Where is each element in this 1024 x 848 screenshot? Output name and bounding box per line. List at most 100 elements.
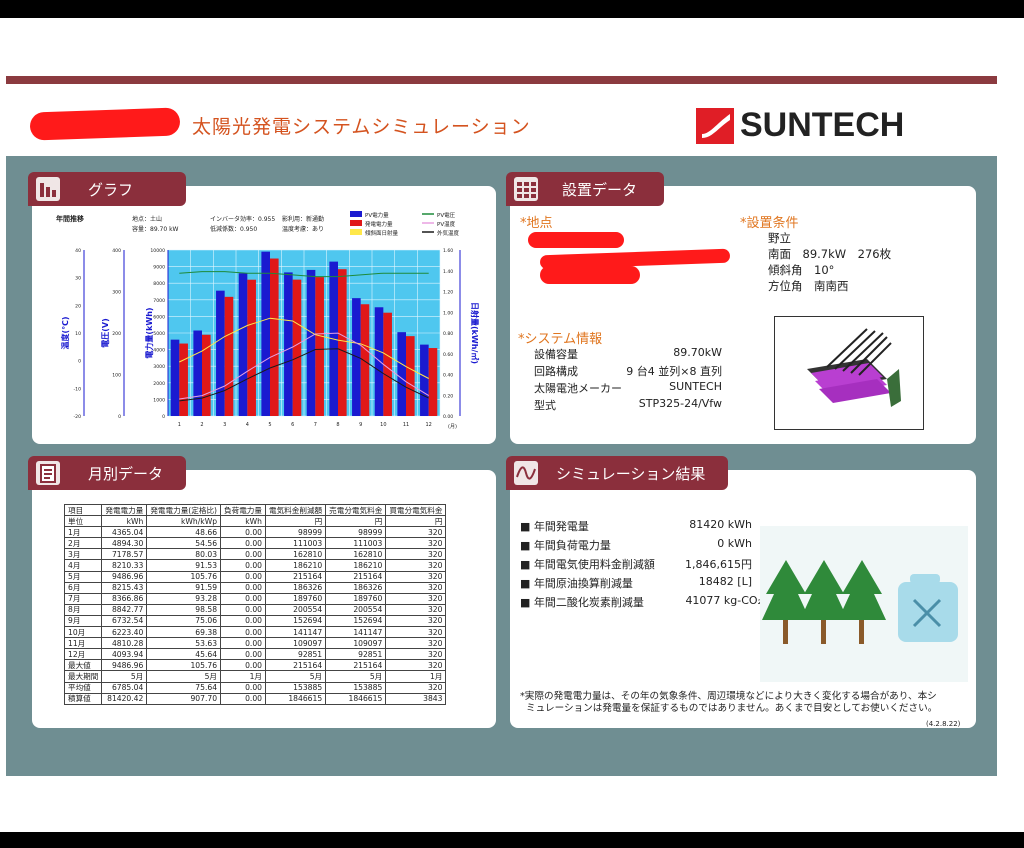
result-val-5: 41077 kg-CO₂ [685, 594, 762, 607]
table-row: 5月 9486.96 105.76 0.00 215164 215164 320 [63, 570, 447, 583]
table-cell: 75.06 [146, 614, 222, 628]
table-row: 最大値 9486.96 105.76 0.00 215164 215164 320 [63, 659, 447, 672]
tab-results[interactable]: シミュレーション結果 [506, 456, 728, 490]
x-tick-label: 8 [336, 422, 339, 428]
table-header: 電気料金削減額 [264, 503, 327, 517]
bar-PV電力量 [420, 344, 429, 416]
table-row: 7月 8366.86 93.28 0.00 189760 189760 320 [63, 592, 447, 605]
table-row: 6月 8215.43 91.59 0.00 186326 186326 320 [63, 581, 447, 594]
table-row: 10月 6223.40 69.38 0.00 141147 141147 320 [63, 626, 447, 639]
table-cell: 5月 [325, 670, 387, 683]
sys-key-1: 設備容量 [534, 348, 578, 361]
x-tick-label: 4 [246, 422, 249, 428]
kwh-tick: 6000 [153, 314, 165, 320]
table-unit: 円 [264, 515, 327, 528]
table-cell: 9月 [63, 614, 103, 628]
x-tick-label: 12 [425, 422, 431, 428]
table-cell: 320 [385, 637, 447, 650]
graph-info-3: インバータ効率：0.955 [210, 216, 276, 223]
bar-発電電力量 [338, 269, 347, 416]
sys-key-3: 太陽電池メーカー [534, 382, 622, 395]
x-tick-label: 1 [178, 422, 181, 428]
table-cell: 0.00 [220, 570, 266, 583]
table-cell: 積算値 [63, 692, 103, 705]
temp-tick: 30 [75, 276, 81, 282]
volt-tick: 200 [112, 331, 121, 337]
monthly-table: 項目 発電電力量 発電電力量(定格比) 負荷電力量 電気料金削減額 売電分電気料金 買電分電… [63, 503, 447, 705]
solar-array-icon [807, 328, 901, 407]
graph-info-1: 地点：土山 [132, 216, 163, 223]
table-cell: 5月 [63, 570, 103, 583]
kwh-tick: 10000 [150, 248, 165, 254]
kwh-tick: 8000 [153, 281, 165, 287]
table-cell: 0.00 [220, 637, 266, 650]
redaction-mark [29, 107, 181, 141]
tab-graph[interactable]: グラフ [28, 172, 186, 206]
kwh-tick: 0 [162, 414, 165, 420]
bar-発電電力量 [315, 277, 324, 416]
sys-key-4: 型式 [534, 399, 556, 412]
bar-PV電力量 [238, 273, 248, 416]
table-header: 買電分電気料金 [385, 503, 447, 517]
temp-tick: 0 [78, 359, 81, 365]
sun-tick: 0.60 [443, 352, 453, 358]
table-cell: 320 [385, 548, 447, 561]
table-cell: 0.00 [220, 603, 266, 616]
table-cell: 320 [385, 626, 447, 639]
tab-setup[interactable]: 設置データ [506, 172, 664, 206]
sun-tick: 1.20 [443, 290, 453, 296]
table-row: 平均値 6785.04 75.64 0.00 153885 153885 320 [63, 681, 447, 694]
table-cell: 91.59 [146, 581, 222, 594]
table-cell: 200554 [325, 603, 387, 616]
bar-PV電力量 [397, 332, 406, 416]
table-cell: 320 [385, 648, 447, 661]
bar-PV電力量 [216, 290, 225, 416]
table-cell: 92851 [264, 648, 327, 661]
volt-tick: 100 [112, 373, 121, 379]
table-row: 4月 8210.33 91.53 0.00 186210 186210 320 [63, 559, 447, 572]
table-cell: 215164 [264, 659, 327, 672]
table-cell: 0.00 [220, 526, 266, 539]
condition-1: 野立 [768, 231, 791, 245]
table-unit: 円 [325, 515, 387, 528]
table-cell: 320 [385, 592, 447, 605]
trees-icon [762, 560, 958, 644]
table-cell: 2月 [63, 537, 103, 550]
table-cell: 109097 [264, 637, 327, 650]
table-cell: 9486.96 [101, 659, 148, 672]
volt-tick: 0 [118, 414, 121, 420]
table-cell: 105.76 [146, 570, 222, 583]
table-cell: 0.00 [220, 659, 266, 672]
table-cell: 81420.42 [101, 692, 148, 705]
table-cell: 320 [385, 559, 447, 572]
app-title: 太陽光発電システムシミュレーション [192, 116, 531, 138]
bar-発電電力量 [406, 336, 415, 416]
table-cell: 6785.04 [101, 681, 148, 694]
suntech-logo: SUNTECH [694, 104, 974, 148]
x-axis-unit: (月) [448, 424, 457, 430]
table-cell: 6223.40 [101, 626, 148, 639]
bar-PV電力量 [374, 307, 384, 416]
table-row: 8月 8842.77 98.58 0.00 200554 200554 320 [63, 603, 447, 616]
temp-tick: -20 [73, 414, 81, 420]
suntech-logo-icon [696, 108, 734, 144]
result-val-4: 18482 [L] [698, 575, 752, 588]
kwh-tick: 9000 [153, 265, 165, 271]
table-cell: 8月 [63, 603, 103, 616]
result-val-2: 0 kWh [717, 537, 752, 550]
table-cell: 141147 [264, 626, 327, 639]
tab-monthly[interactable]: 月別データ [28, 456, 186, 490]
table-cell: 8842.77 [101, 603, 148, 616]
table-cell: 320 [385, 603, 447, 616]
bar-PV電力量 [284, 272, 293, 416]
table-cell: 最大値 [63, 659, 103, 672]
x-tick-label: 9 [359, 422, 362, 428]
logo-text: SUNTECH [740, 106, 905, 144]
eco-illustration [760, 526, 968, 682]
table-cell: 186326 [264, 581, 327, 594]
temp-tick: -10 [73, 386, 81, 392]
table-cell: 54.56 [146, 537, 222, 550]
table-row: 12月 4093.94 45.64 0.00 92851 92851 320 [63, 648, 447, 661]
table-header: 項目 [63, 503, 103, 517]
table-cell: 153885 [264, 681, 327, 694]
